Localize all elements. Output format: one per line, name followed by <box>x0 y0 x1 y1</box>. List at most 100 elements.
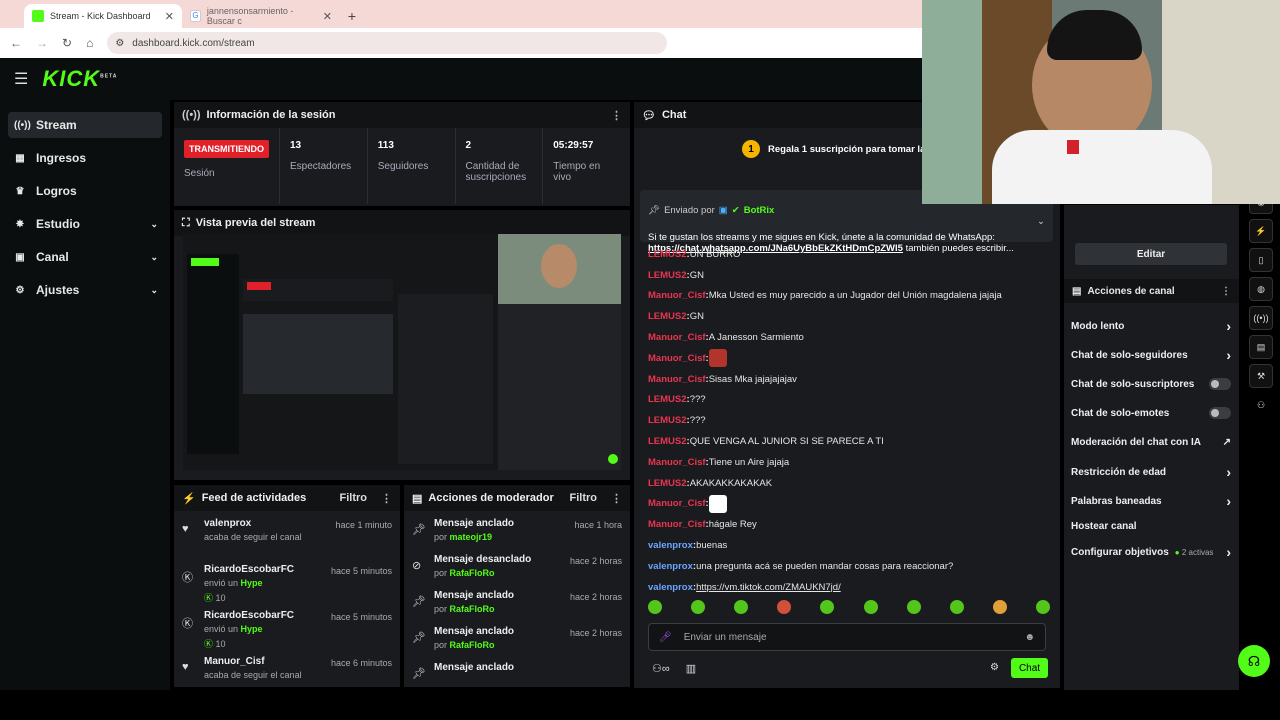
chat-username[interactable]: valenprox <box>648 561 693 572</box>
channel-action-item[interactable]: Configurar objetivos ● 2 activas › <box>1071 542 1231 562</box>
emote-icon[interactable] <box>906 600 921 614</box>
more-options-icon[interactable]: ⋮ <box>611 109 622 122</box>
chevron-right-icon[interactable]: › <box>1226 464 1231 480</box>
close-tab-icon[interactable]: ✕ <box>323 10 332 23</box>
chat-message: valenprox: buenas <box>648 540 728 552</box>
browser-tab-search[interactable]: G jannensonsarmiento - Buscar c ✕ <box>182 4 340 28</box>
channel-action-item[interactable]: Chat de solo-emotes <box>1071 403 1231 423</box>
chat-username[interactable]: valenprox <box>648 540 693 551</box>
chat-username[interactable]: LEMUS2 <box>648 311 687 322</box>
sidebar-item-estudio[interactable]: ✸ Estudio ⌄ <box>8 211 162 237</box>
emote-icon[interactable] <box>1035 600 1050 614</box>
sidebar-item-stream[interactable]: ((•)) Stream <box>8 112 162 138</box>
emote-icon[interactable] <box>691 600 706 614</box>
emote-icon[interactable] <box>648 600 662 614</box>
chat-link[interactable]: https://vm.tiktok.com/ZMAUKN7jd/ <box>696 582 841 593</box>
hamburger-menu-icon[interactable]: ☰ <box>14 69 28 89</box>
chat-settings-icon[interactable]: ⚙ <box>990 662 999 673</box>
emote-icon[interactable] <box>949 600 964 614</box>
chat-message: Manuor_Cisf: <box>648 348 1058 369</box>
chat-username[interactable]: LEMUS2 <box>648 478 687 489</box>
edit-button[interactable]: Editar <box>1075 243 1227 265</box>
reload-icon[interactable]: ↻ <box>62 36 72 50</box>
chat-username[interactable]: Manuor_Cisf <box>648 353 706 364</box>
chat-username[interactable]: valenprox <box>648 582 693 593</box>
stream-preview-video[interactable] <box>183 234 621 470</box>
more-options-icon[interactable]: ⋮ <box>611 492 622 505</box>
chat-username[interactable]: LEMUS2 <box>648 270 687 281</box>
emote-icon[interactable] <box>863 600 878 614</box>
store-icon[interactable]: ▥ <box>686 662 696 675</box>
kick-logo[interactable]: KICKBETA <box>42 66 117 92</box>
mod-action-item: 📌︎ Mensaje anclado <box>404 655 630 687</box>
site-info-icon[interactable]: ⚙ <box>115 38 124 49</box>
channel-action-item[interactable]: Chat de solo-seguidores › <box>1071 345 1231 365</box>
channel-action-item[interactable]: Hostear canal <box>1071 516 1231 536</box>
chevron-right-icon[interactable]: › <box>1226 347 1231 363</box>
address-bar[interactable]: ⚙ dashboard.kick.com/stream <box>107 32 668 54</box>
active-dot-icon: ● <box>1174 547 1182 557</box>
layout-icon[interactable]: ▤ <box>1249 335 1273 359</box>
more-options-icon[interactable]: ⋮ <box>381 492 392 505</box>
emoji-icon[interactable]: ☻ <box>1024 632 1035 643</box>
home-icon[interactable]: ⌂ <box>86 36 93 50</box>
mic-icon[interactable]: 🎤︎ <box>659 632 672 643</box>
chat-icon[interactable]: ◍ <box>1249 277 1273 301</box>
sidebar-item-logros[interactable]: ♛ Logros <box>8 178 162 204</box>
emote-icon[interactable] <box>734 600 749 614</box>
lightning-icon[interactable]: ⚡ <box>1249 219 1273 243</box>
ai-chart-icon[interactable]: ↗ <box>1223 437 1231 448</box>
help-headset-icon[interactable]: ☊ <box>1238 645 1270 677</box>
forward-icon[interactable]: → <box>36 36 48 50</box>
document-icon[interactable]: ▯ <box>1249 248 1273 272</box>
chevron-right-icon[interactable]: › <box>1226 544 1231 560</box>
chat-username[interactable]: Manuor_Cisf <box>648 290 706 301</box>
emote-icon[interactable] <box>820 600 835 614</box>
points-icon[interactable]: ⚇∞ <box>652 662 670 675</box>
chat-username[interactable]: LEMUS2 <box>648 436 687 447</box>
channel-action-item[interactable]: Palabras baneadas › <box>1071 491 1231 511</box>
close-tab-icon[interactable]: ✕ <box>165 10 174 23</box>
channel-action-item[interactable]: Moderación del chat con IA ↗ <box>1071 432 1231 452</box>
chat-username[interactable]: LEMUS2 <box>648 394 687 405</box>
feed-filter-button[interactable]: Filtro <box>340 492 368 504</box>
chat-username[interactable]: Manuor_Cisf <box>648 332 706 343</box>
users-icon[interactable]: ⚇ <box>1249 393 1273 417</box>
channel-action-item[interactable]: Chat de solo-suscriptores <box>1071 374 1231 394</box>
send-chat-button[interactable]: Chat <box>1011 658 1048 678</box>
chat-username[interactable]: LEMUS2 <box>648 415 687 426</box>
back-icon[interactable]: ← <box>10 36 22 50</box>
moderator-filter-button[interactable]: Filtro <box>570 492 598 504</box>
sidebar-item-canal[interactable]: ▣ Canal ⌄ <box>8 244 162 270</box>
chat-username[interactable]: Manuor_Cisf <box>648 457 706 468</box>
chevron-right-icon[interactable]: › <box>1226 318 1231 334</box>
sidebar-item-ingresos[interactable]: ▦ Ingresos <box>8 145 162 171</box>
chevron-right-icon[interactable]: › <box>1226 493 1231 509</box>
emote-icon[interactable] <box>992 600 1007 614</box>
channel-action-item[interactable]: Restricción de edad › <box>1071 462 1231 482</box>
chat-username[interactable]: Manuor_Cisf <box>648 498 706 509</box>
chat-text: Tiene un Aire jajaja <box>708 456 790 468</box>
more-options-icon[interactable]: ⋮ <box>1221 286 1231 297</box>
feed-user[interactable]: valenprox <box>204 518 302 529</box>
pin-icon: 📌︎ <box>412 632 426 644</box>
wrench-icon[interactable]: ⚒ <box>1249 364 1273 388</box>
feed-user[interactable]: RicardoEscobarFC <box>204 610 294 621</box>
chat-input[interactable]: 🎤︎ Enviar un mensaje ☻ <box>648 623 1046 651</box>
browser-tab-stream[interactable]: Stream - Kick Dashboard ✕ <box>24 4 182 28</box>
broadcast-icon[interactable]: ((•)) <box>1249 306 1273 330</box>
toggle-switch[interactable] <box>1209 407 1231 419</box>
channel-action-item[interactable]: Modo lento › <box>1071 316 1231 336</box>
gift-sub-banner[interactable]: 1 Regala 1 suscripción para tomar la po <box>742 140 940 158</box>
heart-icon: ♥ <box>182 523 189 535</box>
chat-placeholder: Enviar un mensaje <box>683 631 767 643</box>
toggle-switch[interactable] <box>1209 378 1231 390</box>
chat-username[interactable]: Manuor_Cisf <box>648 519 706 530</box>
feed-user[interactable]: Manuor_Cisf <box>204 656 302 667</box>
emote-icon[interactable] <box>777 600 792 614</box>
sidebar-item-ajustes[interactable]: ⚙ Ajustes ⌄ <box>8 277 162 303</box>
feed-user[interactable]: RicardoEscobarFC <box>204 564 294 575</box>
chat-username[interactable]: Manuor_Cisf <box>648 374 706 385</box>
new-tab-icon[interactable]: + <box>340 4 364 28</box>
chat-username[interactable]: LEMUS2 <box>648 249 687 260</box>
